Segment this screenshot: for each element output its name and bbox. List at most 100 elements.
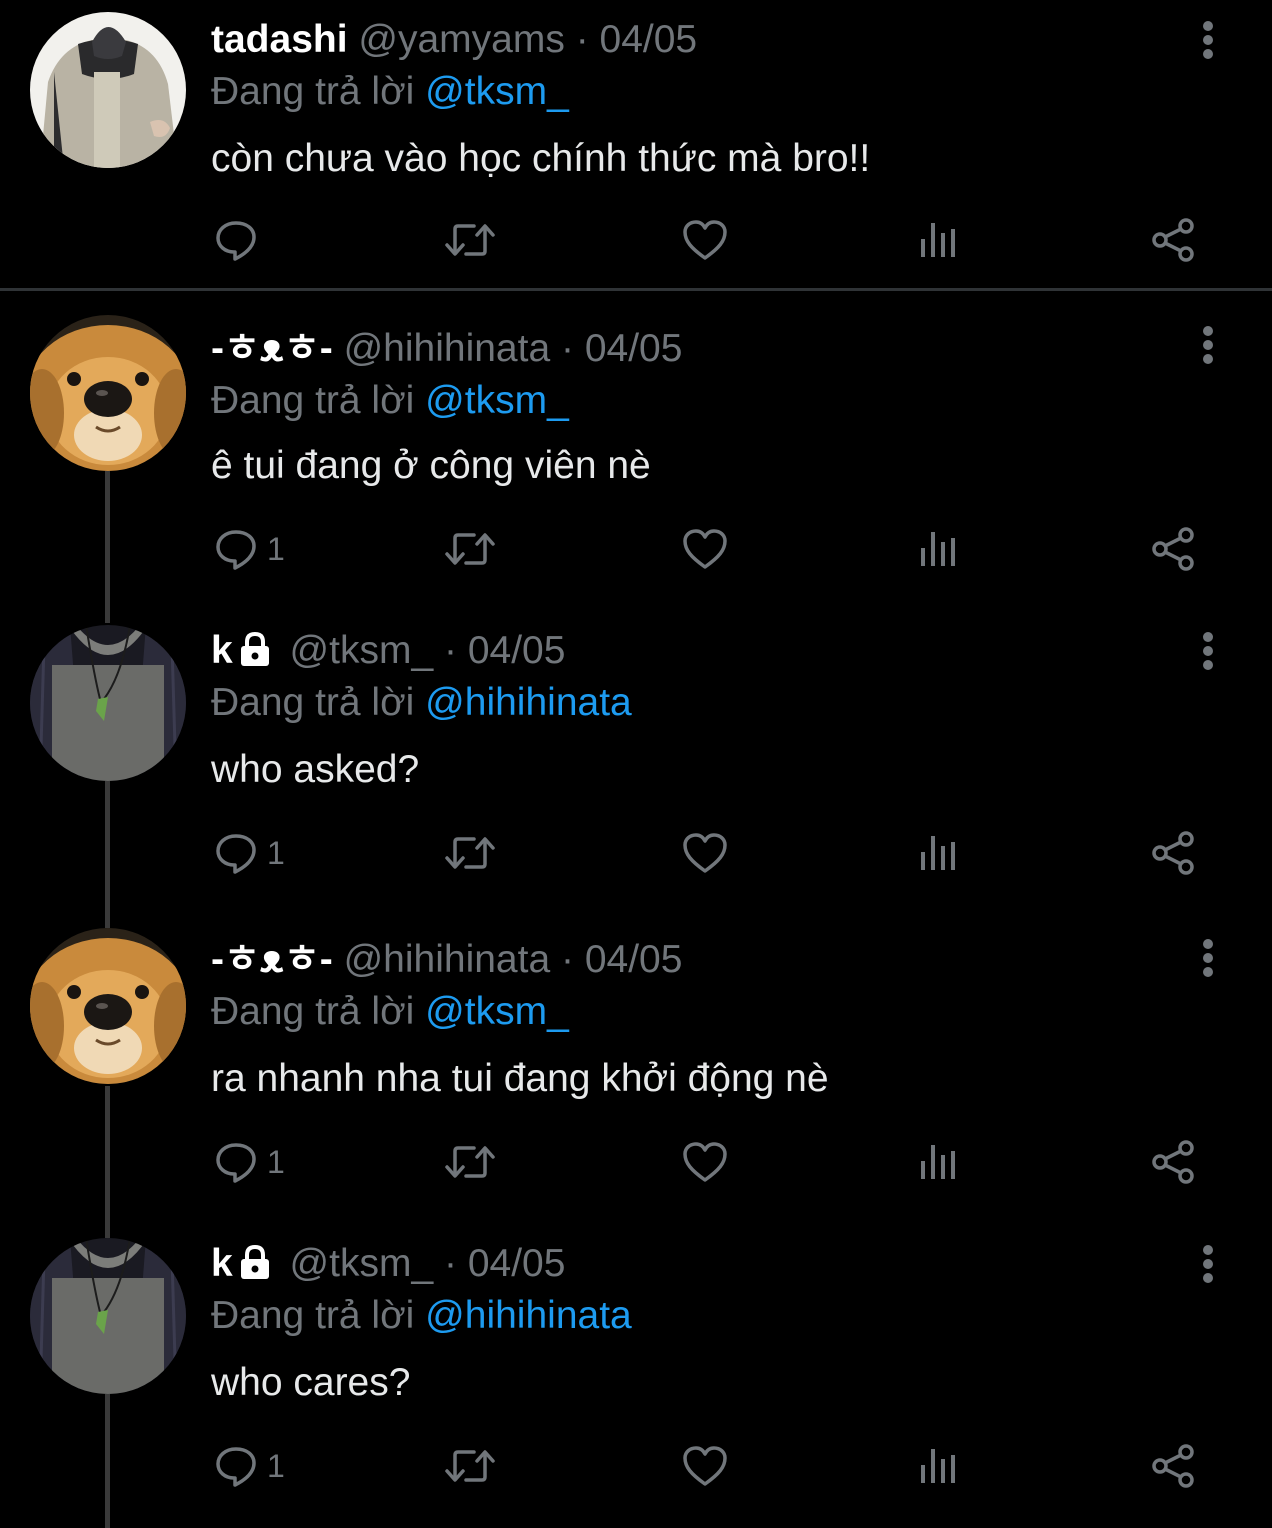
- views-button[interactable]: [918, 519, 962, 579]
- tweet-date[interactable]: 04/05: [468, 629, 566, 672]
- tweet-feed: tadashi @yamyams · 04/05 Đang trả lời @t…: [0, 0, 1272, 1528]
- views-button[interactable]: [918, 1132, 962, 1192]
- replying-to-label: Đang trả lời: [211, 70, 415, 113]
- tweet[interactable]: tadashi @yamyams · 04/05 Đang trả lời @t…: [0, 0, 1272, 290]
- retweet-icon: [445, 224, 495, 256]
- tweet[interactable]: -ㅎᴥㅎ- @hihihinata · 04/05 Đang trả lời @…: [0, 918, 1272, 1224]
- share-button[interactable]: [1150, 1436, 1198, 1496]
- user-handle[interactable]: @tksm_: [290, 629, 434, 672]
- tweet-date[interactable]: 04/05: [468, 1242, 566, 1285]
- reply-icon: [216, 834, 256, 874]
- user-handle[interactable]: @yamyams: [358, 18, 564, 61]
- separator-dot: ·: [575, 18, 589, 61]
- replying-to: Đang trả lời @tksm_: [211, 68, 569, 116]
- replying-to: Đang trả lời @tksm_: [211, 377, 569, 425]
- retweet-button[interactable]: [444, 519, 496, 579]
- user-handle[interactable]: @tksm_: [290, 1242, 434, 1285]
- like-button[interactable]: [681, 1436, 729, 1496]
- avatar[interactable]: [30, 928, 186, 1084]
- share-button[interactable]: [1150, 1132, 1198, 1192]
- like-icon: [683, 220, 727, 260]
- like-button[interactable]: [681, 210, 729, 270]
- more-options-button[interactable]: [1190, 323, 1226, 367]
- tweet-date[interactable]: 04/05: [585, 938, 683, 981]
- display-name[interactable]: -ㅎᴥㅎ-: [211, 327, 333, 370]
- more-options-button[interactable]: [1190, 18, 1226, 62]
- tweet-actions: 1: [0, 823, 1272, 883]
- more-options-button[interactable]: [1190, 936, 1226, 980]
- reply-icon: [216, 1143, 256, 1183]
- tweet-text: ê tui đang ở công viên nè: [211, 444, 651, 487]
- display-name[interactable]: tadashi: [211, 18, 348, 61]
- retweet-icon: [445, 1450, 495, 1482]
- like-icon: [683, 833, 727, 873]
- views-icon: [921, 1449, 955, 1483]
- reply-mention-link[interactable]: @tksm_: [425, 379, 569, 422]
- tweet-header: tadashi @yamyams · 04/05: [211, 16, 697, 64]
- tweet[interactable]: k @tksm_ · 04/05 Đang trả lời @hihihinat…: [0, 611, 1272, 918]
- reply-button[interactable]: [213, 210, 267, 270]
- reply-mention-link[interactable]: @hihihinata: [425, 681, 632, 724]
- tweet-text: còn chưa vào học chính thức mà bro!!: [211, 137, 871, 180]
- reply-button[interactable]: 1: [213, 1436, 285, 1496]
- avatar[interactable]: [30, 625, 186, 781]
- views-button[interactable]: [918, 210, 962, 270]
- reply-mention-link[interactable]: @hihihinata: [425, 1294, 632, 1337]
- separator-dot: ·: [444, 629, 457, 672]
- views-icon: [921, 836, 955, 870]
- tweet-date[interactable]: 04/05: [585, 327, 683, 370]
- views-button[interactable]: [918, 1436, 962, 1496]
- views-icon: [921, 532, 955, 566]
- display-name[interactable]: k: [211, 1242, 233, 1285]
- user-handle[interactable]: @hihihinata: [344, 938, 551, 981]
- share-button[interactable]: [1150, 519, 1198, 579]
- tweet-text: who cares?: [211, 1361, 411, 1404]
- avatar[interactable]: [30, 1238, 186, 1394]
- tweet-actions: [0, 210, 1272, 270]
- share-icon: [1152, 1444, 1194, 1488]
- tweet-text: ra nhanh nha tui đang khởi động nè: [211, 1057, 829, 1100]
- like-button[interactable]: [681, 1132, 729, 1192]
- replying-to: Đang trả lời @tksm_: [211, 988, 569, 1036]
- reply-mention-link[interactable]: @tksm_: [425, 70, 569, 113]
- user-handle[interactable]: @hihihinata: [344, 327, 551, 370]
- tweet-header: k @tksm_ · 04/05: [211, 1240, 565, 1288]
- like-icon: [683, 1446, 727, 1486]
- views-icon: [921, 1145, 955, 1179]
- retweet-icon: [445, 837, 495, 869]
- avatar[interactable]: [30, 315, 186, 471]
- reply-count: 1: [267, 1143, 285, 1180]
- more-options-button[interactable]: [1190, 629, 1226, 673]
- replying-to-label: Đang trả lời: [211, 379, 415, 422]
- tweet-header: -ㅎᴥㅎ- @hihihinata · 04/05: [211, 325, 682, 373]
- tweet-date[interactable]: 04/05: [600, 18, 698, 61]
- like-button[interactable]: [681, 823, 729, 883]
- retweet-button[interactable]: [444, 823, 496, 883]
- retweet-button[interactable]: [444, 1436, 496, 1496]
- reply-button[interactable]: 1: [213, 1132, 285, 1192]
- reply-mention-link[interactable]: @tksm_: [425, 990, 569, 1033]
- replying-to-label: Đang trả lời: [211, 990, 415, 1033]
- separator-dot: ·: [444, 1242, 457, 1285]
- retweet-button[interactable]: [444, 210, 496, 270]
- reply-button[interactable]: 1: [213, 823, 285, 883]
- tweet-header: k @tksm_ · 04/05: [211, 627, 565, 675]
- display-name[interactable]: -ㅎᴥㅎ-: [211, 938, 333, 981]
- reply-button[interactable]: 1: [213, 519, 285, 579]
- retweet-button[interactable]: [444, 1132, 496, 1192]
- avatar[interactable]: [30, 12, 186, 168]
- share-button[interactable]: [1150, 823, 1198, 883]
- tweet-actions: 1: [0, 519, 1272, 579]
- retweet-icon: [445, 1146, 495, 1178]
- thread-line: [105, 611, 110, 623]
- separator-dot: ·: [560, 327, 574, 370]
- display-name[interactable]: k: [211, 629, 233, 672]
- tweet[interactable]: k @tksm_ · 04/05 Đang trả lời @hihihinat…: [0, 1224, 1272, 1528]
- reply-count: 1: [267, 1447, 285, 1484]
- share-button[interactable]: [1150, 210, 1198, 270]
- more-options-button[interactable]: [1190, 1242, 1226, 1286]
- views-button[interactable]: [918, 823, 962, 883]
- like-button[interactable]: [681, 519, 729, 579]
- views-icon: [921, 223, 955, 257]
- tweet[interactable]: -ㅎᴥㅎ- @hihihinata · 04/05 Đang trả lời @…: [0, 305, 1272, 611]
